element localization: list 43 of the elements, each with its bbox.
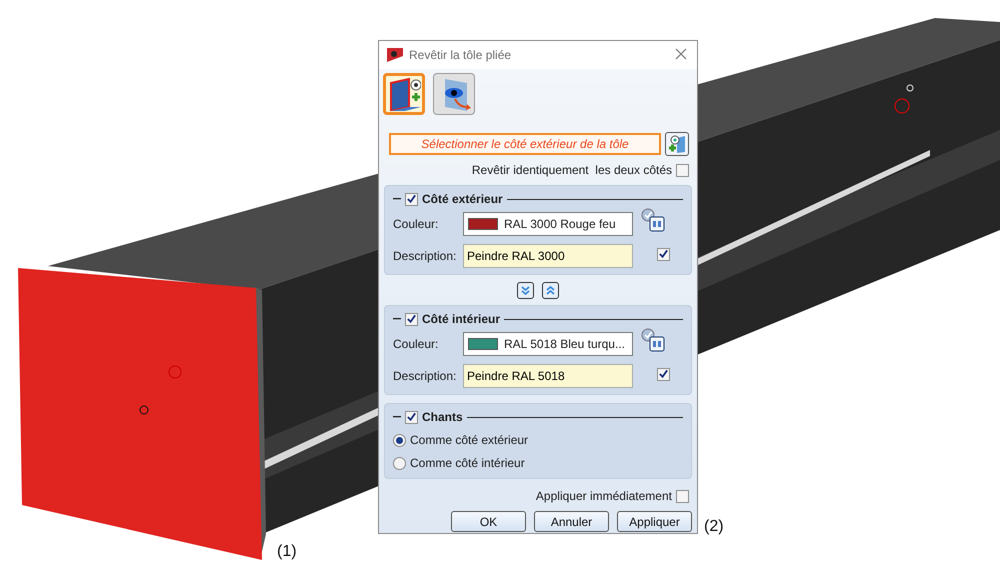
field-label: Couleur: [393,216,440,233]
ok-button[interactable]: OK [451,511,526,532]
field-label: Couleur: [393,336,440,353]
field-label: Description: [393,368,458,385]
color-picker-button[interactable] [641,208,667,234]
checkbox[interactable] [405,410,418,424]
group-title: Côté intérieur [422,311,500,328]
radio-button[interactable] [393,456,406,470]
checkbox[interactable] [676,490,689,502]
radio-label: Comme côté extérieur [410,432,528,449]
callout-label: (1) [277,542,297,562]
description-field[interactable]: Peindre RAL 3000 [463,244,633,268]
checkbox-label: Revêtir identiquement les deux côtés [472,162,672,179]
checkbox[interactable] [657,368,670,380]
checkbox-label: Appliquer immédiatement [536,488,672,505]
field-label: Description: [393,248,458,265]
expand-down-button[interactable] [517,282,534,299]
radio-button[interactable] [393,434,406,446]
color-field[interactable]: RAL 3000 Rouge feu [463,212,633,236]
color-field[interactable]: RAL 5018 Bleu turqu... [463,332,633,356]
group-title: Côté extérieur [422,191,503,208]
color-picker-button[interactable] [641,328,667,354]
cancel-button[interactable]: Annuler [534,511,609,532]
apply-button[interactable]: Appliquer [617,511,692,532]
select-face-button[interactable] [665,132,689,156]
app-icon [387,48,403,62]
prompt-field[interactable]: Sélectionner le côté extérieur de la tôle [389,133,661,155]
description-field[interactable]: Peindre RAL 5018 [463,364,633,388]
mode-button[interactable] [433,73,475,115]
expand-up-button[interactable] [542,282,559,299]
checkbox[interactable] [676,164,689,176]
radio-label: Comme côté intérieur [410,455,525,472]
checkbox[interactable] [405,312,418,326]
collapse-icon [393,317,401,321]
checkbox[interactable] [657,248,670,260]
collapse-icon [393,415,401,419]
checkbox[interactable] [405,192,418,206]
window-title: Revêtir la tôle pliée [409,47,512,64]
collapse-icon [393,197,401,201]
group-title: Chants [422,409,463,426]
mode-button[interactable] [383,73,425,115]
callout-label: (2) [704,517,724,537]
close-button[interactable] [675,48,689,62]
